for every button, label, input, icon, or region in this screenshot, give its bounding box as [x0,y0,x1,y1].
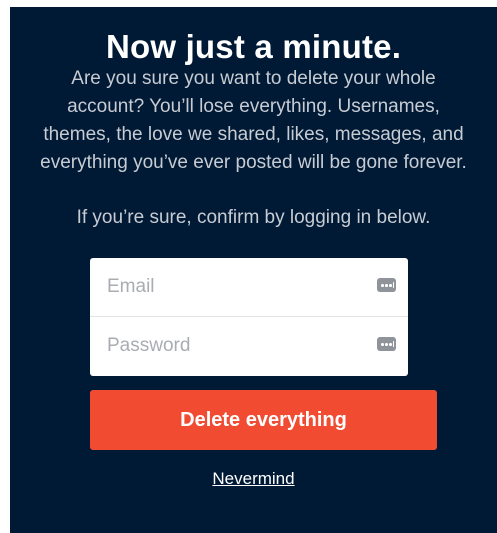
delete-everything-button[interactable]: Delete everything [90,390,437,450]
password-manager-key-icon[interactable] [377,278,396,292]
password-field[interactable] [90,317,408,375]
nevermind-container: Nevermind [10,469,497,489]
password-field-row [90,317,408,375]
delete-warning-text: Are you sure you want to delete your who… [40,68,467,173]
confirm-prompt: If you’re sure, confirm by logging in be… [76,207,431,228]
login-form [90,258,408,376]
email-field[interactable] [90,258,408,316]
page-title: Now just a minute. [105,28,402,65]
email-field-row [90,258,408,317]
nevermind-link[interactable]: Nevermind [212,469,294,488]
delete-account-panel: Now just a minute. Are you sure you want… [10,7,497,533]
password-manager-key-icon[interactable] [377,337,396,351]
